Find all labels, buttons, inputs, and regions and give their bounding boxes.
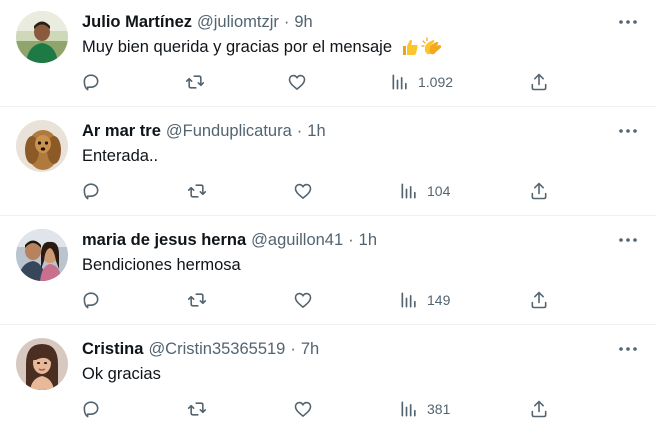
views-icon — [392, 74, 407, 90]
views-icon — [401, 183, 416, 199]
timestamp[interactable]: 9h — [294, 13, 312, 32]
avatar[interactable] — [16, 229, 68, 281]
action-bar: 104 — [0, 179, 656, 203]
view-count: 381 — [427, 401, 451, 417]
reply-button[interactable] — [81, 288, 101, 312]
timestamp[interactable]: 7h — [301, 340, 319, 359]
like-icon — [288, 74, 306, 90]
reply-icon — [83, 292, 99, 309]
tweet-text-row: Muy bien querida y gracias por el mensaj… — [82, 36, 443, 58]
clapping-hands-icon — [421, 37, 443, 57]
retweet-button[interactable] — [187, 179, 207, 203]
tweet-reply-1[interactable]: Julio Martínez @juliomtzjr · 9h Muy bien… — [0, 0, 656, 107]
view-count: 104 — [427, 183, 451, 199]
tweet-reply-4[interactable]: Cristina @Cristin35365519 · 7h Ok gracia… — [0, 325, 656, 433]
action-bar: 149 — [0, 288, 656, 312]
share-button[interactable] — [529, 288, 549, 312]
more-icon[interactable] — [618, 12, 638, 32]
action-bar: 1.092 — [0, 70, 656, 94]
author-handle[interactable]: @juliomtzjr — [197, 13, 279, 32]
retweet-button[interactable] — [185, 70, 205, 94]
views-icon — [401, 401, 416, 417]
view-count: 149 — [427, 292, 451, 308]
separator-dot: · — [290, 339, 296, 358]
reply-button[interactable] — [81, 179, 101, 203]
share-button[interactable] — [529, 397, 549, 421]
author-name[interactable]: maria de jesus herna — [82, 231, 246, 250]
tweet-text: Bendiciones hermosa — [82, 255, 241, 274]
views-icon — [401, 292, 416, 308]
like-button[interactable] — [293, 179, 313, 203]
author-handle[interactable]: @aguillon41 — [251, 231, 343, 250]
view-count: 1.092 — [418, 74, 454, 90]
retweet-button[interactable] — [187, 288, 207, 312]
avatar[interactable] — [16, 120, 68, 172]
reply-button[interactable] — [81, 397, 101, 421]
views-button[interactable]: 381 — [399, 397, 450, 421]
retweet-icon — [187, 402, 207, 416]
separator-dot: · — [348, 230, 354, 249]
author-name[interactable]: Julio Martínez — [82, 13, 192, 32]
views-button[interactable]: 149 — [399, 288, 450, 312]
views-button[interactable]: 1.092 — [390, 70, 453, 94]
like-button[interactable] — [293, 288, 313, 312]
author-name[interactable]: Cristina — [82, 340, 143, 359]
retweet-icon — [187, 293, 207, 307]
share-icon — [531, 73, 547, 91]
share-icon — [531, 400, 547, 418]
share-button[interactable] — [529, 70, 549, 94]
reply-icon — [83, 183, 99, 200]
tweet-reply-2[interactable]: Ar mar tre @Funduplicatura · 1h Enterada… — [0, 107, 656, 216]
separator-dot: · — [296, 121, 303, 140]
reply-icon — [83, 74, 99, 91]
like-button[interactable] — [293, 397, 313, 421]
avatar[interactable] — [16, 11, 68, 63]
like-icon — [294, 401, 312, 417]
avatar[interactable] — [16, 338, 68, 390]
author-handle[interactable]: @Cristin35365519 — [148, 340, 285, 359]
share-icon — [531, 182, 547, 200]
timestamp[interactable]: 1h — [359, 231, 377, 250]
retweet-icon — [185, 75, 205, 89]
author-name[interactable]: Ar mar tre — [82, 122, 161, 141]
share-icon — [531, 291, 547, 309]
more-icon[interactable] — [618, 230, 638, 250]
retweet-icon — [187, 184, 207, 198]
separator-dot: · — [283, 12, 290, 31]
reply-icon — [83, 401, 99, 418]
more-icon[interactable] — [618, 121, 638, 141]
reply-button[interactable] — [81, 70, 101, 94]
thumbs-up-icon — [400, 37, 420, 57]
like-icon — [294, 183, 312, 199]
timestamp[interactable]: 1h — [307, 122, 325, 141]
tweet-text: Ok gracias — [82, 364, 161, 383]
like-icon — [294, 292, 312, 308]
tweet-text: Enterada.. — [82, 146, 159, 165]
more-icon[interactable] — [618, 339, 638, 359]
tweet-reply-3[interactable]: maria de jesus herna @aguillon41 · 1h Be… — [0, 216, 656, 325]
share-button[interactable] — [529, 179, 549, 203]
author-handle[interactable]: @Funduplicatura — [166, 122, 292, 141]
views-button[interactable]: 104 — [399, 179, 450, 203]
action-bar: 381 — [0, 397, 656, 421]
retweet-button[interactable] — [187, 397, 207, 421]
tweet-text: Muy bien querida y gracias por el mensaj… — [82, 37, 392, 56]
like-button[interactable] — [287, 70, 307, 94]
